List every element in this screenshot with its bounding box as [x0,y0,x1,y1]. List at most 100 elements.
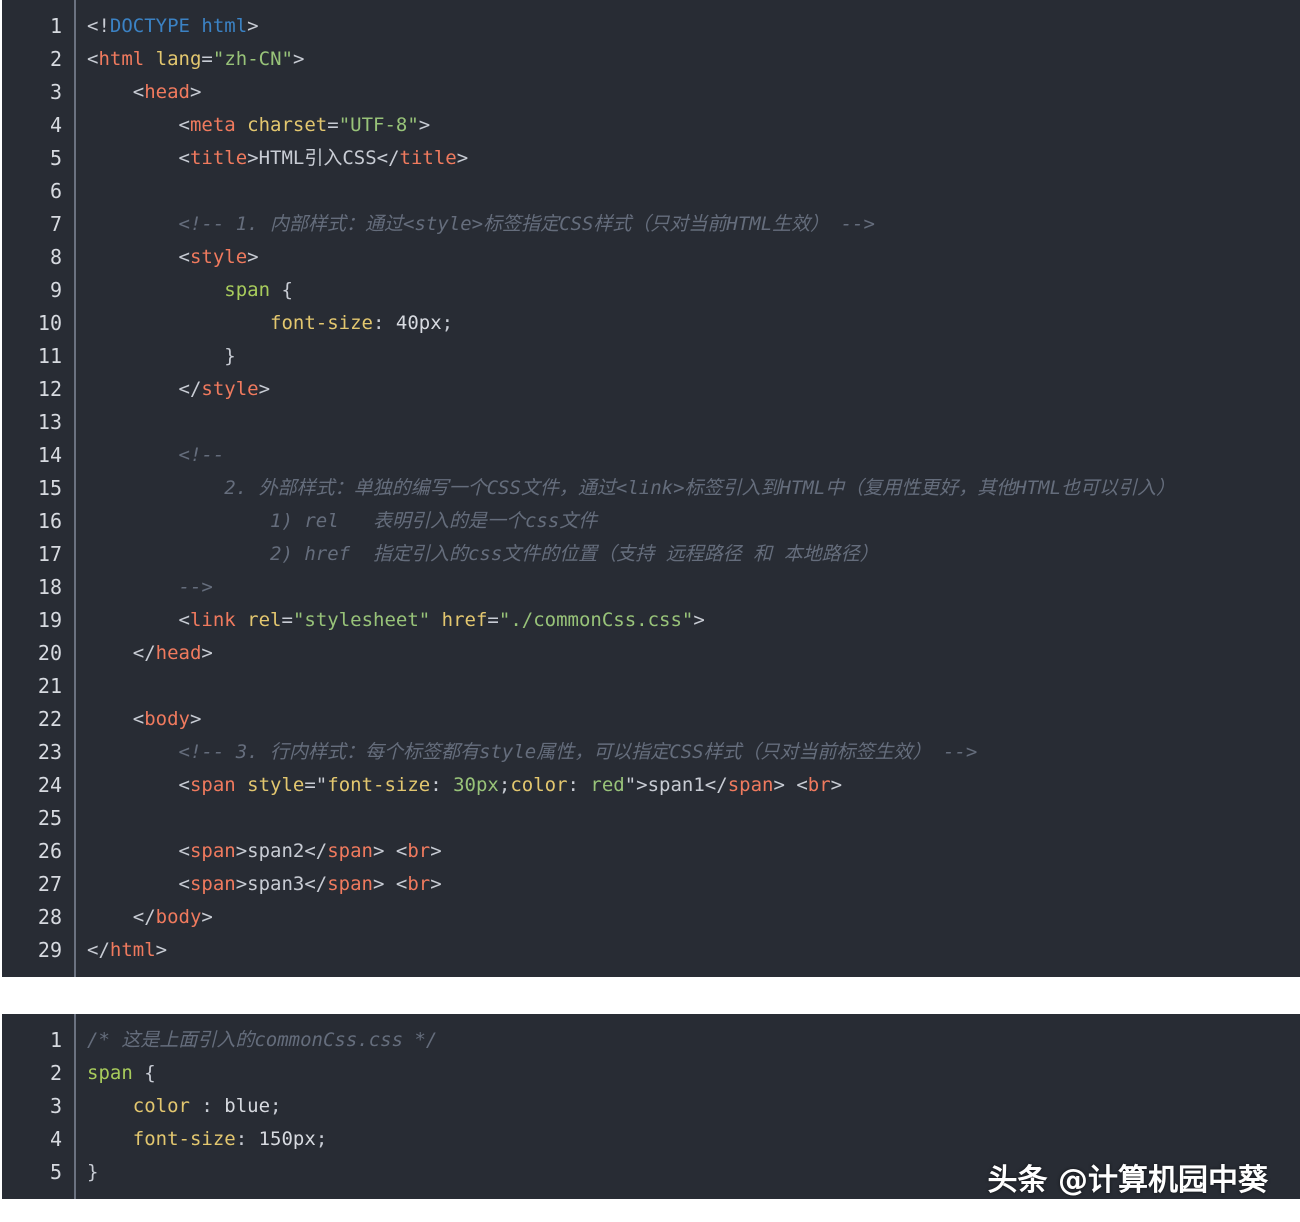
code-token: > [430,840,442,862]
code-token: font-size [87,1128,236,1150]
code-token: --> [87,576,213,598]
line-number: 21 [37,674,62,698]
code-line: <!-- 3. 行内样式：每个标签都有style属性，可以指定CSS样式（只对当… [87,736,978,769]
line-number: 27 [37,872,62,896]
code-token: span [189,873,236,895]
code-token: </ [87,939,110,961]
code-line: /* 这是上面引入的commonCss.css */ [87,1024,437,1057]
code-token: /* 这是上面引入的commonCss.css */ [87,1029,438,1051]
code-line: <head> [87,76,202,109]
code-token: </ [87,378,202,400]
code-token: > [201,906,213,928]
line-number: 5 [49,1160,62,1184]
code-token: = [281,609,293,631]
code-token: >HTML引入CSS</ [247,147,400,169]
code-token: body [155,906,202,928]
code-token: >span3</ [235,873,328,895]
code-token: { [270,279,293,301]
code-token: 30px [453,774,499,796]
code-token: 1) rel 表明引入的是一个css文件 [87,510,598,532]
line-number: 5 [49,146,62,170]
code-token: href [430,609,488,631]
code-token: : [430,774,454,796]
code-token: < [87,246,190,268]
code-token: < [87,48,99,70]
code-token: "UTF-8" [338,114,419,136]
code-token: span [327,840,373,862]
code-line: <span style="font-size: 30px;color: red"… [87,769,843,802]
code-token: > < [373,873,408,895]
code-token: </ [87,906,156,928]
code-token: < [87,708,145,730]
code-token: > [258,378,271,400]
line-number: 10 [37,311,62,335]
code-line: </style> [87,373,271,406]
code-token: : [189,1095,225,1117]
code-line: 2) href 指定引入的css文件的位置（支持 远程路径 和 本地路径） [87,538,879,571]
line-number: 17 [37,542,62,566]
code-token: > [201,642,213,664]
code-token: : [235,1128,259,1150]
code-token: = [201,48,213,70]
code-line: font-size: 150px; [87,1123,328,1156]
code-token: <!-- 1. 内部样式：通过<style>标签指定CSS样式（只对当前HTML… [87,213,875,235]
line-number: 7 [49,212,62,236]
line-number: 24 [37,773,62,797]
code-token: > [418,114,431,136]
code-token: < [87,840,190,862]
code-token: } [87,1161,99,1183]
code-line: </head> [87,637,213,670]
line-number: 3 [49,80,62,104]
code-token: <!-- 3. 行内样式：每个标签都有style属性，可以指定CSS样式（只对当… [87,741,978,763]
code-line: span { [87,274,293,307]
code-line: <!DOCTYPE html> [87,10,259,43]
code-token: < [87,873,190,895]
line-number: 1 [49,1028,62,1052]
code-line: </html> [87,934,167,967]
code-token: = [487,609,499,631]
line-number-gutter: 1 2 3 4 5 6 7 8 9 10 11 12 13 14 15 16 17 18 19 20 21 22 23 24 2… [2,0,76,977]
code-token: < [87,81,145,103]
line-number: 18 [37,575,62,599]
code-token: } [87,345,236,367]
code-token: blue [224,1095,271,1117]
code-token: ; [315,1128,328,1150]
code-token: red [590,774,625,796]
code-line: } [87,340,236,373]
line-number: 1 [49,14,62,38]
code-token: br [407,840,431,862]
code-line: } [87,1156,98,1189]
code-line: </body> [87,901,213,934]
code-token: 2) href 指定引入的css文件的位置（支持 远程路径 和 本地路径） [87,543,879,565]
code-token: = [327,114,339,136]
code-token: span [87,1062,133,1084]
code-token: >span2</ [235,840,328,862]
code-line: 1) rel 表明引入的是一个css文件 [87,505,597,538]
code-token: br [407,873,431,895]
line-number: 4 [49,1127,62,1151]
code-token: color [87,1095,190,1117]
code-token: link [189,609,236,631]
code-token: style [189,246,248,268]
code-token: meta [189,114,236,136]
line-number: 22 [37,707,62,731]
code-line: color : blue; [87,1090,282,1123]
code-token: > [430,873,442,895]
code-token: style [235,774,305,796]
code-token: "zh-CN" [212,48,293,70]
code-token: { [132,1062,156,1084]
code-token: < [87,774,190,796]
code-token: 2. 外部样式：单独的编写一个CSS文件，通过<link>标签引入到HTML中（… [87,477,1176,499]
code-token: title [399,147,457,169]
code-token: span [189,840,236,862]
code-token: charset [235,114,328,136]
code-line: <body> [87,703,202,736]
code-line: <!-- 1. 内部样式：通过<style>标签指定CSS样式（只对当前HTML… [87,208,875,241]
code-token: <! [87,15,110,37]
code-line: font-size: 40px; [87,307,453,340]
code-token: ; [441,312,454,334]
code-token: < [87,147,190,169]
code-token: <!-- [87,444,225,466]
code-token: span [327,873,373,895]
code-token: 150px [258,1128,316,1150]
